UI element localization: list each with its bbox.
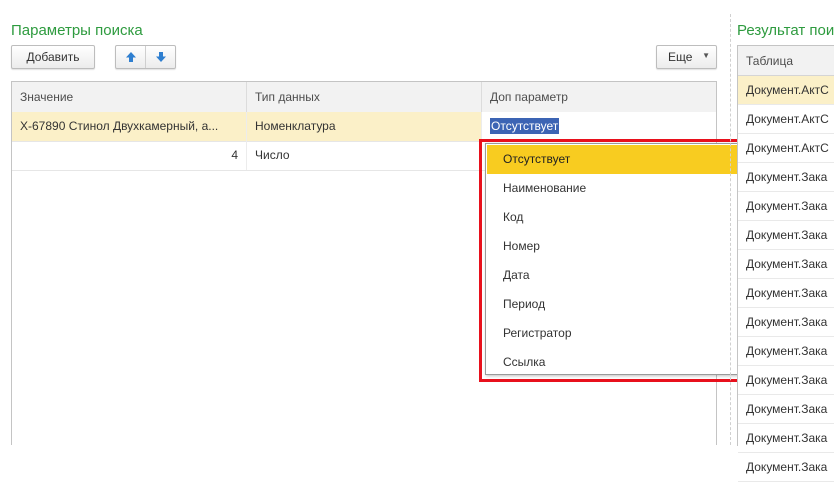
cell-type[interactable]: Номенклатура	[246, 112, 481, 141]
table-row[interactable]: Документ.Зака	[738, 250, 834, 279]
table-row[interactable]: Документ.Зака	[738, 337, 834, 366]
arrow-down-icon	[155, 52, 166, 62]
table-row[interactable]: Документ.АктС	[738, 76, 834, 105]
more-button[interactable]: Еще ▼	[656, 45, 717, 69]
cell-value[interactable]: 4	[12, 141, 246, 170]
table-row[interactable]: Документ.Зака	[738, 366, 834, 395]
column-header-type[interactable]: Тип данных	[246, 82, 481, 112]
search-params-title: Параметры поиска	[11, 22, 143, 39]
table-header: Значение Тип данных Доп параметр	[12, 82, 716, 113]
cell-extra-editor[interactable]: Отсутствует	[481, 112, 716, 141]
results-table: Таблица Документ.АктС Документ.АктС Доку…	[737, 45, 834, 482]
more-button-label: Еще	[668, 50, 693, 64]
table-row[interactable]: Документ.Зака	[738, 308, 834, 337]
table-row[interactable]: Документ.Зака	[738, 279, 834, 308]
column-header-table[interactable]: Таблица	[738, 46, 834, 76]
column-header-extra[interactable]: Доп параметр	[481, 82, 716, 112]
table-row[interactable]: Х-67890 Стинол Двухкамерный, а... Номенк…	[12, 112, 716, 142]
table-row[interactable]: Документ.Зака	[738, 453, 834, 482]
table-row[interactable]: Документ.АктС	[738, 134, 834, 163]
table-row[interactable]: Документ.АктС	[738, 105, 834, 134]
table-row[interactable]: Документ.Зака	[738, 395, 834, 424]
search-results-title: Результат пои	[737, 22, 834, 39]
table-row[interactable]: Документ.Зака	[738, 221, 834, 250]
table-row[interactable]: Документ.Зака	[738, 424, 834, 453]
panel-separator	[730, 14, 731, 445]
move-buttons-group	[115, 45, 176, 69]
table-row[interactable]: Документ.Зака	[738, 163, 834, 192]
move-up-button[interactable]	[116, 46, 145, 68]
add-button[interactable]: Добавить	[11, 45, 95, 69]
table-row[interactable]: Документ.Зака	[738, 192, 834, 221]
cell-extra-text: Отсутствует	[490, 118, 560, 134]
move-down-button[interactable]	[145, 46, 175, 68]
cell-type[interactable]: Число	[246, 141, 481, 170]
column-header-value[interactable]: Значение	[12, 82, 246, 112]
chevron-down-icon: ▼	[702, 51, 710, 60]
cell-value[interactable]: Х-67890 Стинол Двухкамерный, а...	[12, 112, 246, 141]
arrow-up-icon	[125, 52, 136, 62]
